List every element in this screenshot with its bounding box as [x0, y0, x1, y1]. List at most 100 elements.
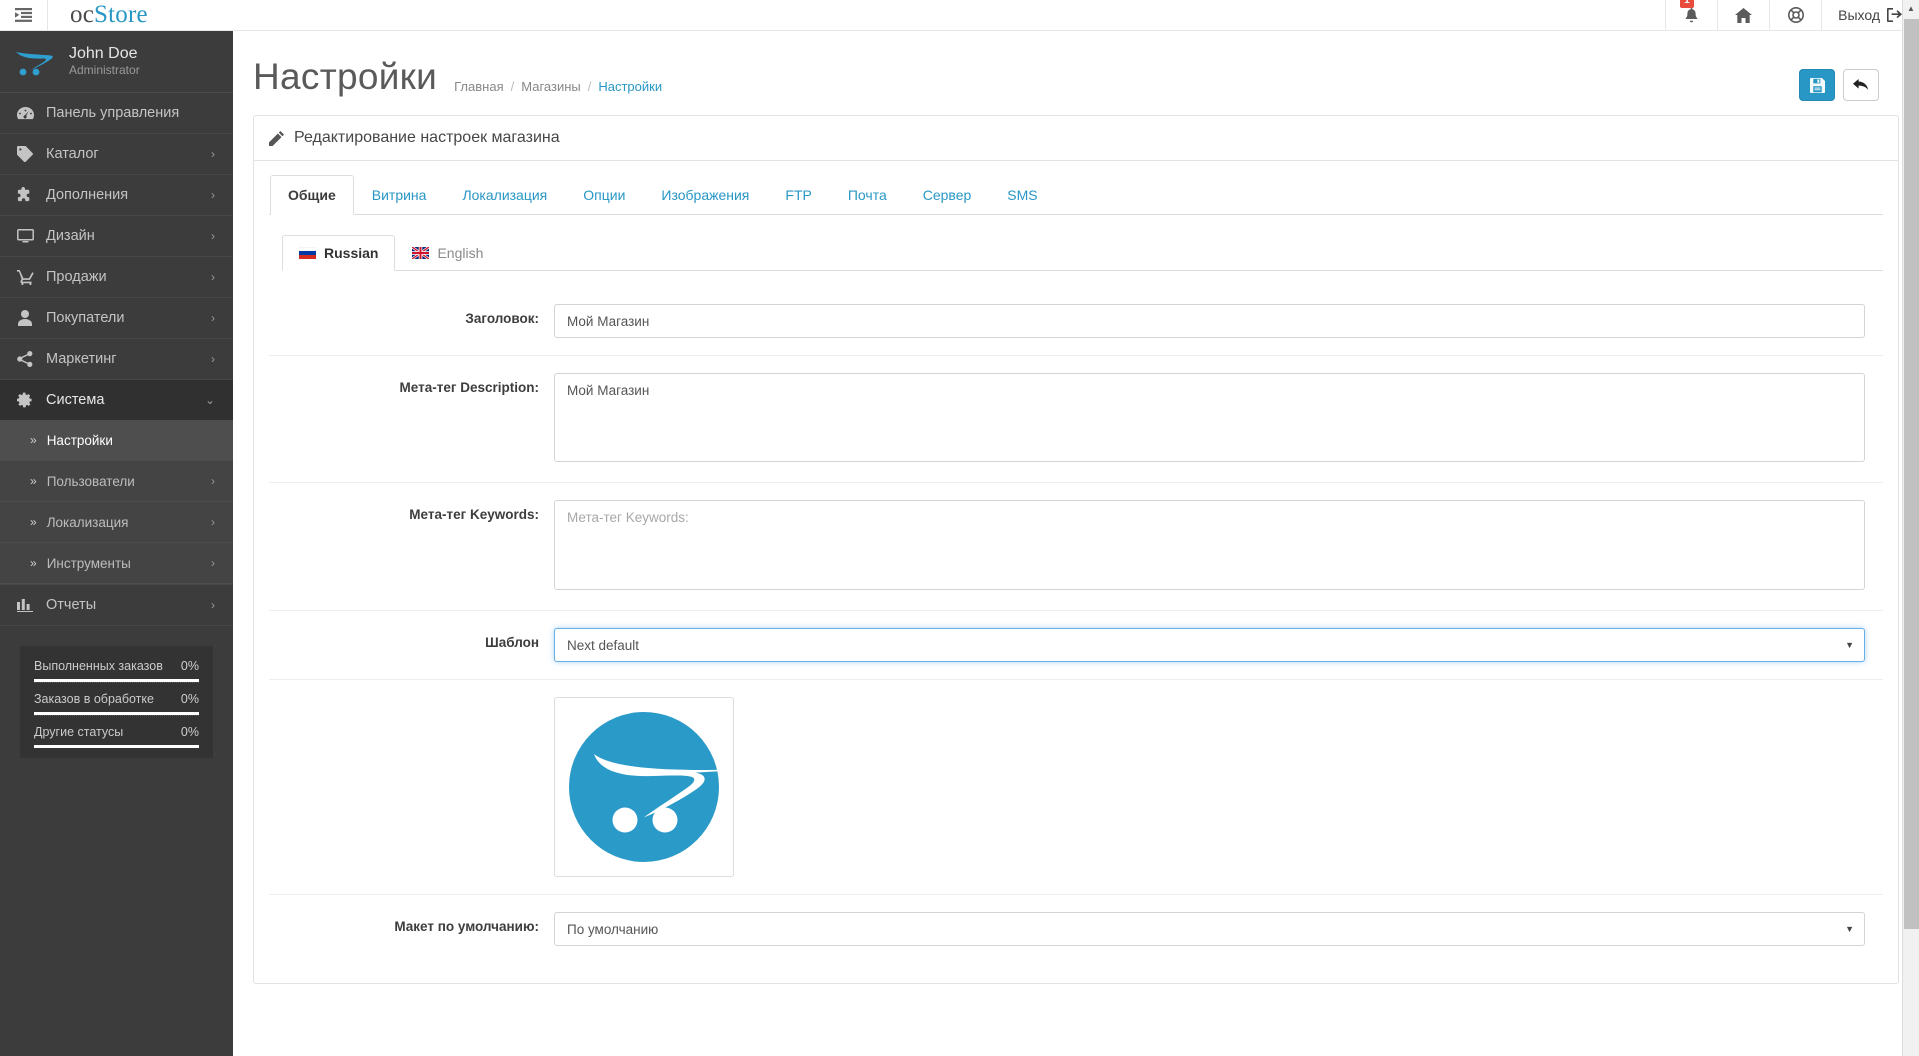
angle-double-right-icon: » [30, 515, 37, 529]
shopping-cart-icon [16, 269, 34, 285]
language-tab-russian[interactable]: Russian [282, 235, 396, 271]
tab-general[interactable]: Общие [270, 175, 354, 215]
sidebar-toggle-button[interactable] [0, 0, 48, 30]
sidebar-subitem-settings[interactable]: » Настройки [0, 420, 233, 461]
language-tab-label: Russian [324, 245, 379, 261]
sidebar-item-customers[interactable]: Покупатели › [0, 298, 233, 339]
chevron-right-icon: › [211, 474, 215, 488]
title-label: Заголовок: [465, 311, 539, 326]
tab-image[interactable]: Изображения [643, 175, 767, 215]
sidebar-item-design[interactable]: Дизайн › [0, 216, 233, 257]
page-title: Настройки [253, 56, 438, 97]
sidebar-submenu-system: » Настройки » Пользователи › » Локализац… [0, 420, 233, 584]
sidebar-item-dashboard[interactable]: Панель управления [0, 93, 233, 134]
meta-keywords-textarea[interactable] [554, 500, 1865, 590]
scrollbar-thumb[interactable] [1904, 19, 1919, 929]
desktop-icon [16, 229, 34, 243]
sidebar-item-sales[interactable]: Продажи › [0, 257, 233, 298]
page-header: Настройки Главная / Магазины / Настройки [233, 31, 1919, 111]
tab-option[interactable]: Опции [565, 175, 643, 215]
stat-row: Заказов в обработке 0% [34, 682, 199, 715]
tab-server[interactable]: Сервер [905, 175, 990, 215]
gb-flag-icon [412, 247, 430, 259]
sidebar-subitem-localisation[interactable]: » Локализация › [0, 502, 233, 543]
tab-store[interactable]: Витрина [354, 175, 445, 215]
sign-out-icon [1887, 8, 1902, 22]
store-title-input[interactable] [554, 304, 1865, 338]
top-navbar-actions: 1 Выход [1665, 0, 1919, 31]
page-scrollbar[interactable]: ▲ [1902, 0, 1919, 1056]
breadcrumb-separator: / [510, 79, 515, 94]
sidebar-item-marketing[interactable]: Маркетинг › [0, 339, 233, 380]
sidebar-subitem-label: Инструменты [46, 555, 131, 571]
meta-keywords-label: Мета-тег Keywords: [409, 507, 539, 522]
sidebar-item-catalog[interactable]: Каталог › [0, 134, 233, 175]
brand-logo[interactable]: oc Store [52, 0, 166, 30]
sidebar-item-label: Маркетинг [46, 351, 117, 367]
panel-body: Общие Витрина Локализация Опции Изображе… [254, 161, 1898, 983]
chevron-down-icon: ⌄ [204, 393, 215, 407]
field-row-title: Заголовок: [269, 287, 1883, 356]
stat-progress-bar [34, 745, 199, 748]
sidebar-item-extensions[interactable]: Дополнения › [0, 175, 233, 216]
chevron-right-icon: › [211, 598, 215, 612]
notifications-badge: 1 [1680, 0, 1694, 8]
panel-heading: Редактирование настроек магазина [294, 129, 560, 146]
sidebar-subitem-label: Локализация [46, 514, 129, 530]
notifications-button[interactable]: 1 [1665, 0, 1717, 31]
tab-local[interactable]: Локализация [444, 175, 565, 215]
stat-percent: 0% [180, 725, 199, 739]
chevron-right-icon: › [211, 311, 215, 325]
chevron-right-icon: › [211, 229, 215, 243]
chevron-right-icon: › [211, 515, 215, 529]
puzzle-icon [16, 187, 34, 203]
default-layout-select[interactable]: По умолчанию [554, 912, 1865, 946]
language-tab-english[interactable]: English [395, 235, 500, 271]
main-content: Настройки Главная / Магазины / Настройки [233, 31, 1919, 1056]
breadcrumb-item-stores[interactable]: Магазины [521, 79, 581, 94]
back-button[interactable] [1843, 69, 1879, 101]
sidebar-profile[interactable]: John Doe Administrator [0, 31, 233, 93]
meta-description-textarea[interactable]: Мой Магазин [554, 373, 1865, 462]
support-button[interactable] [1769, 0, 1821, 31]
sidebar-item-reports[interactable]: Отчеты › [0, 585, 233, 626]
settings-panel: Редактирование настроек магазина Общие В… [253, 115, 1899, 984]
sidebar-item-label: Дизайн [46, 228, 95, 244]
save-button[interactable] [1799, 69, 1835, 101]
brand-suffix: Store [94, 1, 148, 28]
chevron-right-icon: › [211, 147, 215, 161]
chevron-right-icon: › [211, 188, 215, 202]
breadcrumb: Главная / Магазины / Настройки [454, 79, 662, 94]
sidebar-subitem-users[interactable]: » Пользователи › [0, 461, 233, 502]
app-root: oc Store 1 Выход John Doe Administrator … [0, 0, 1919, 1056]
bar-chart-icon [16, 598, 34, 612]
tab-sms[interactable]: SMS [989, 175, 1055, 215]
profile-role: Administrator [69, 63, 140, 77]
stat-row: Другие статусы 0% [34, 715, 199, 748]
ru-flag-icon [299, 247, 316, 259]
breadcrumb-item-home[interactable]: Главная [454, 79, 503, 94]
profile-name: John Doe [69, 45, 138, 62]
sidebar-item-label: Дополнения [46, 187, 129, 203]
sidebar-subitem-maintenance[interactable]: » Инструменты › [0, 543, 233, 584]
sidebar-subitem-label: Настройки [46, 432, 113, 448]
panel-header: Редактирование настроек магазина [254, 116, 1898, 161]
pencil-icon [269, 130, 284, 146]
tab-mail[interactable]: Почта [830, 175, 905, 215]
sidebar-nav: Панель управления Каталог › Дополнения ›… [0, 93, 233, 626]
store-logo-thumbnail[interactable] [554, 697, 734, 877]
stat-label: Заказов в обработке [34, 692, 154, 706]
language-tabs: Russian English [282, 235, 1883, 271]
sidebar-item-label: Система [46, 392, 105, 408]
general-settings-form: Заголовок: Мета-тег Description: Мой Маг… [269, 271, 1883, 983]
bell-icon [1685, 7, 1698, 23]
sidebar-item-label: Продажи [46, 269, 107, 285]
stat-label: Другие статусы [34, 725, 124, 739]
storefront-home-button[interactable] [1717, 0, 1769, 31]
tab-ftp[interactable]: FTP [767, 175, 829, 215]
breadcrumb-item-settings[interactable]: Настройки [598, 79, 662, 94]
sidebar-item-system[interactable]: Система ⌄ » Настройки » Пользователи › »… [0, 380, 233, 585]
template-select[interactable]: Next default [554, 628, 1865, 662]
scroll-up-arrow-icon[interactable]: ▲ [1903, 0, 1919, 17]
top-navbar: oc Store 1 Выход [0, 0, 1919, 31]
